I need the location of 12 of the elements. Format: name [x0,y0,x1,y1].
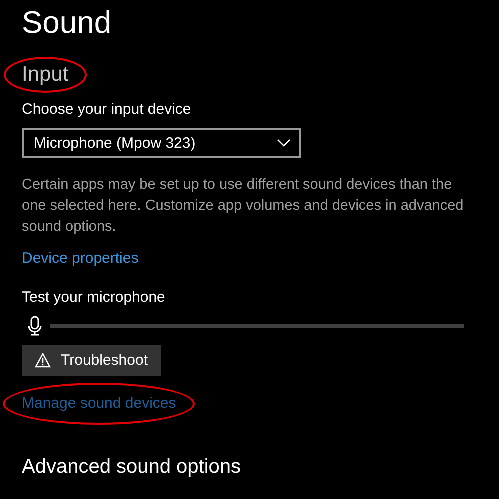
field-label: Test your microphone [22,288,166,308]
troubleshoot-button[interactable]: Troubleshoot [22,345,161,376]
device-dropdown[interactable]: Microphone (Mpow 323) [22,128,301,158]
microphone-icon [28,316,42,336]
warning-icon [35,353,51,368]
section-heading: Advanced sound options [22,455,242,480]
device-properties-link[interactable]: Device properties [22,250,139,267]
page-title: Sound [22,4,112,42]
chevron-down-icon [277,139,291,147]
description-text: Certain apps may be set up to use different sound devices than the one selected here. Customize app volumes and devices in advanced sound options. [22,176,465,237]
section-heading: Input [22,62,69,88]
field-label: Choose your input device [22,100,192,120]
